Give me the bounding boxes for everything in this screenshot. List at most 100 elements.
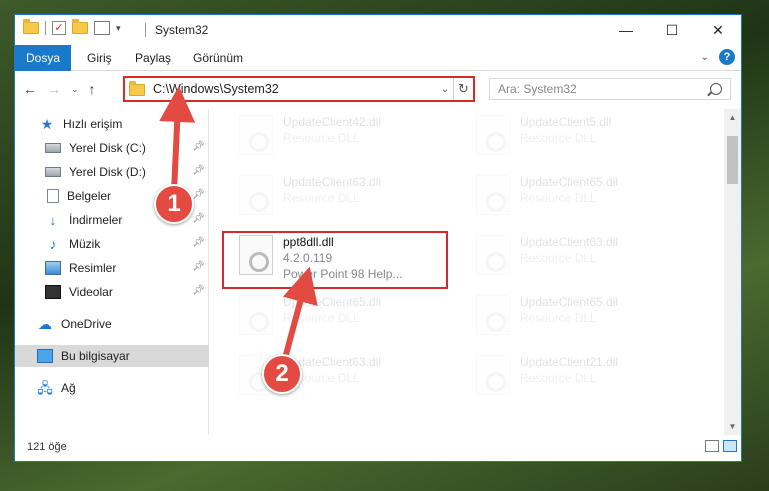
address-dropdown-icon[interactable]: ⌄ [437,84,453,95]
search-icon[interactable] [710,83,722,95]
list-item[interactable]: UpdateClient65.dll Resource DLL [448,289,668,341]
new-folder-icon[interactable] [72,19,88,34]
dll-file-icon [239,115,273,155]
sidebar-item-label: Yerel Disk (D:) [69,165,146,179]
pin-icon[interactable]: 📌︎ [192,237,205,248]
list-item[interactable]: UpdateClient63.dll Resource DLL [448,229,668,281]
sidebar-item-network[interactable]: 🖧︎ Ağ [15,377,209,399]
documents-icon [47,189,59,203]
address-path[interactable]: C:\Windows\System32 [153,82,437,96]
list-item[interactable]: UpdateClient5.dll Resource DLL [448,109,668,161]
dll-file-icon [239,295,273,335]
view-toggle [705,440,737,452]
tiles-view-icon[interactable] [723,440,737,452]
ribbon-right-controls: ⌄ ? [701,49,735,65]
sidebar-item-music[interactable]: ♪ Müzik 📌︎ [15,233,209,255]
dll-file-icon [476,295,510,335]
search-input[interactable]: Ara: System32 [489,78,731,100]
maximize-button[interactable]: ☐ [649,15,695,45]
navigation-pane: ★ Hızlı erişim Yerel Disk (C:) 📌︎ Yerel … [15,109,209,435]
sidebar-item-label: Müzik [69,237,101,251]
sidebar-item-label: Resimler [69,261,117,275]
sidebar-item-onedrive[interactable]: ☁ OneDrive [15,313,209,335]
list-item[interactable]: UpdateClient65.dll Resource DLL [448,169,668,221]
list-item[interactable]: UpdateClient63.dll Resource DLL [211,169,431,221]
sidebar-item-label: Hızlı erişim [63,117,123,131]
list-item[interactable]: UpdateClient65.dll Resource DLL [211,289,431,341]
list-item[interactable]: UpdateClient63.dll Resource DLL [211,349,431,401]
music-icon: ♪ [49,236,57,252]
pin-icon[interactable]: 📌︎ [192,141,205,152]
tab-home[interactable]: Giriş [87,51,112,65]
quick-access-toolbar: ✓ ▾ [23,19,121,35]
forward-arrow-icon[interactable]: → [47,81,61,97]
pin-icon[interactable]: 📌︎ [192,261,205,272]
file-description: Resource DLL [520,131,597,145]
dll-file-icon [476,175,510,215]
drive-icon [45,143,61,153]
tab-share[interactable]: Paylaş [135,51,171,65]
properties-check-icon[interactable]: ✓ [52,21,66,35]
dll-file-icon [476,115,510,155]
pin-icon[interactable]: 📌︎ [192,165,205,176]
tab-file[interactable]: Dosya [15,45,71,71]
download-icon: ↓ [49,212,57,228]
file-name: UpdateClient5.dll [520,115,612,129]
title-bar: ✓ ▾ System32 — ☐ ✕ [15,15,741,45]
pictures-icon [45,261,61,275]
dll-file-icon [239,175,273,215]
address-bar[interactable]: C:\Windows\System32 ⌄ ↻ [123,76,475,102]
file-name: UpdateClient42.dll [283,115,382,129]
sidebar-item-label: OneDrive [61,317,112,331]
minimize-button[interactable]: — [603,15,649,45]
tab-view[interactable]: Görünüm [193,51,243,65]
help-icon[interactable]: ? [719,49,735,65]
computer-icon [37,349,53,363]
back-arrow-icon[interactable]: ← [23,81,37,97]
chevron-down-icon[interactable]: ⌄ [701,52,709,63]
window-controls: — ☐ ✕ [603,15,741,45]
file-name: UpdateClient65.dll [520,175,619,189]
file-description: Resource DLL [283,191,360,205]
file-description: Resource DLL [283,131,360,145]
qat-dropdown-icon[interactable]: ▾ [116,23,121,34]
file-description: Resource DLL [283,311,360,325]
scroll-up-icon[interactable]: ▲ [724,109,741,126]
up-arrow-icon[interactable]: ↑ [89,81,96,97]
sidebar-item-local-disk-c[interactable]: Yerel Disk (C:) 📌︎ [15,137,209,159]
sidebar-item-this-pc[interactable]: Bu bilgisayar [15,345,209,367]
folder-icon [23,19,39,34]
list-item[interactable]: UpdateClient21.dll Resource DLL [448,349,668,401]
videos-icon [45,285,61,299]
details-view-icon[interactable] [705,440,719,452]
file-description: Resource DLL [520,371,597,385]
close-button[interactable]: ✕ [695,15,741,45]
search-placeholder: Ara: System32 [498,82,577,96]
drive-icon [45,167,61,177]
pin-icon[interactable]: 📌︎ [192,285,205,296]
sidebar-item-videos[interactable]: Videolar 📌︎ [15,281,209,303]
sidebar-item-local-disk-d[interactable]: Yerel Disk (D:) 📌︎ [15,161,209,183]
file-description: Resource DLL [520,251,597,265]
vertical-scrollbar[interactable]: ▲ ▼ [724,109,741,435]
file-description: Resource DLL [520,311,597,325]
refresh-icon[interactable]: ↻ [453,78,473,100]
file-name: UpdateClient21.dll [520,355,619,369]
sidebar-item-quick-access[interactable]: ★ Hızlı erişim [15,113,209,135]
list-item[interactable]: UpdateClient42.dll Resource DLL [211,109,431,161]
pin-icon[interactable]: 📌︎ [192,189,205,200]
divider [45,21,46,35]
sidebar-item-label: Yerel Disk (C:) [69,141,146,155]
cloud-icon: ☁ [38,316,52,332]
navigation-buttons: ← → ⌄ ↑ [23,81,96,97]
folder-icon [129,81,145,96]
file-name: UpdateClient65.dll [520,295,619,309]
customize-icon[interactable] [94,21,110,35]
sidebar-item-label: Videolar [69,285,113,299]
sidebar-item-label: Ağ [61,381,76,395]
scrollbar-thumb[interactable] [727,136,738,184]
pin-icon[interactable]: 📌︎ [192,213,205,224]
recent-locations-dropdown-icon[interactable]: ⌄ [71,84,79,95]
address-row: ← → ⌄ ↑ C:\Windows\System32 ⌄ ↻ Ara: Sys… [15,71,741,107]
sidebar-item-pictures[interactable]: Resimler 📌︎ [15,257,209,279]
